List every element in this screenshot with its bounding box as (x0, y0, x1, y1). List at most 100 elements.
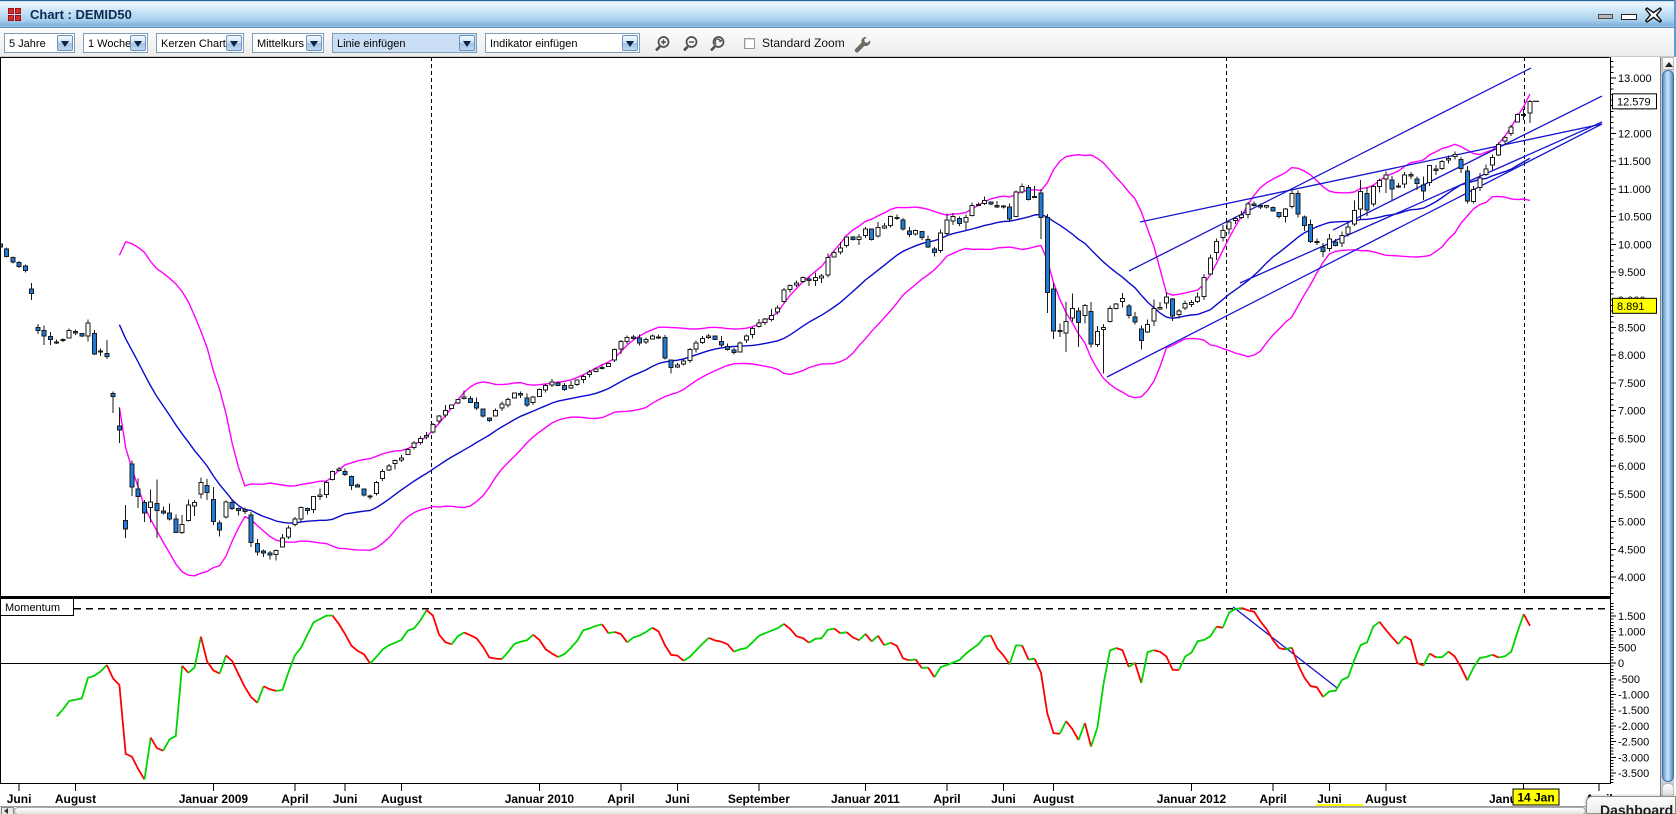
price-axis[interactable]: 13.00012.50012.00011.50011.00010.50010.0… (1610, 57, 1652, 784)
zoom-in-icon[interactable] (653, 35, 671, 52)
vertical-scrollbar-thumb[interactable] (1662, 70, 1674, 782)
momentum-line-rising (922, 668, 928, 669)
interval-dropdown[interactable]: 1 Woche (83, 33, 148, 53)
zoom-out-icon[interactable] (681, 35, 699, 52)
trend-line[interactable] (1333, 96, 1602, 230)
price-axis-label: 12.000 (1618, 128, 1652, 140)
candles (0, 100, 1532, 560)
momentum-line-rising (452, 633, 465, 645)
momentum-line-falling (1380, 622, 1399, 644)
dropdown-arrow-icon[interactable] (622, 35, 638, 51)
period-dropdown[interactable]: 5 Jahre (4, 33, 75, 53)
settings-wrench-icon[interactable] (853, 35, 871, 52)
momentum-line-falling (1154, 650, 1179, 670)
minimize-button[interactable] (1598, 14, 1613, 19)
svg-text:12.579: 12.579 (1617, 96, 1651, 108)
momentum-trend-line[interactable] (1233, 607, 1337, 688)
dropdown-arrow-icon[interactable] (226, 35, 242, 51)
maximize-button[interactable] (1621, 14, 1637, 20)
trend-line[interactable] (1107, 124, 1602, 377)
close-button[interactable] (1645, 7, 1662, 23)
price-axis-label: 8.000 (1618, 350, 1646, 362)
svg-text:8.891: 8.891 (1617, 301, 1645, 313)
price-chart[interactable]: Momentum13.00012.50012.00011.50011.00010… (0, 57, 1676, 814)
time-axis-label: August (1033, 792, 1074, 806)
time-axis-label: Januar 2010 (505, 792, 575, 806)
insert-indicator-dropdown[interactable]: Indikator einfügen (485, 33, 640, 53)
momentum-line-falling (1135, 663, 1141, 683)
momentum-axis-label: -500 (1618, 674, 1640, 686)
momentum-line-rising (1398, 636, 1404, 644)
price-axis-label: 4.500 (1618, 544, 1646, 556)
momentum-line-rising (145, 738, 151, 780)
momentum-line-rising (163, 666, 182, 751)
title-bar[interactable]: Chart : DEMID50 (0, 0, 1674, 28)
app-window: Chart : DEMID50 5 Jahre 1 Woche Kerzen Cha… (0, 0, 1676, 814)
momentum-axis-label: 0 (1618, 658, 1624, 670)
time-axis-label: Januar 2011 (831, 792, 900, 806)
dropdown-arrow-icon[interactable] (130, 35, 146, 51)
price-axis-label: 5.500 (1618, 489, 1646, 501)
momentum-line-falling (1116, 648, 1129, 667)
momentum-line-falling (1492, 655, 1498, 658)
momentum-line-falling (1449, 652, 1468, 681)
last-price-marker: 12.579 (1613, 94, 1657, 109)
momentum-line-rising (840, 632, 846, 633)
momentum-line-falling (784, 624, 809, 643)
scroll-left-icon[interactable] (1, 807, 14, 814)
trend-line[interactable] (1140, 124, 1602, 222)
momentum-axis-label: 1.000 (1618, 627, 1646, 639)
momentum-axis-label: -3.500 (1618, 768, 1649, 780)
dashboard-popup[interactable]: Dashboard (1586, 796, 1676, 814)
horizontal-scrollbar-thumb[interactable] (14, 807, 1586, 814)
time-axis-label: April (607, 792, 634, 806)
chart-area[interactable]: Momentum13.00012.50012.00011.50011.00010… (0, 57, 1676, 814)
time-axis-label: August (55, 792, 96, 806)
time-axis-label: August (1365, 792, 1406, 806)
momentum-axis-label: -2.000 (1618, 721, 1649, 733)
momentum-line-falling (201, 637, 220, 674)
momentum-line-rising (1091, 648, 1116, 747)
insert-line-dropdown[interactable]: Linie einfügen (332, 33, 477, 53)
kurs-dropdown[interactable]: Mittelkurs (252, 33, 324, 53)
standard-zoom-checkbox[interactable] (744, 38, 755, 49)
time-axis-label: Juni (991, 792, 1016, 806)
momentum-axis-label: -3.000 (1618, 752, 1649, 764)
momentum-line-falling (107, 665, 145, 780)
zoom-reset-icon[interactable] (708, 35, 726, 52)
time-axis-label: Juni (333, 792, 358, 806)
vertical-scrollbar[interactable] (1660, 57, 1674, 798)
dropdown-arrow-icon[interactable] (57, 35, 73, 51)
pane-divider[interactable] (0, 596, 1611, 599)
momentum-line-rising (1323, 622, 1379, 697)
price-axis-label: 6.000 (1618, 461, 1646, 473)
trend-line[interactable] (1240, 122, 1602, 283)
app-icon (8, 8, 22, 22)
charttype-dropdown[interactable]: Kerzen Chart (156, 33, 244, 53)
momentum-axis-label: 500 (1618, 642, 1636, 654)
momentum-line-falling (333, 616, 371, 664)
time-axis-label: Januar 2009 (179, 792, 249, 806)
time-axis[interactable]: Juni August Januar 2009 April Juni August Janu… (7, 784, 1613, 806)
insert-line-dropdown-value: Linie einfügen (337, 38, 406, 50)
momentum-line-falling (151, 738, 164, 751)
dropdown-arrow-icon[interactable] (459, 35, 475, 51)
momentum-pane-border (1, 600, 1611, 784)
scroll-up-icon[interactable] (1662, 57, 1674, 70)
momentum-line-rising (1141, 650, 1154, 683)
momentum-line-falling (1292, 648, 1323, 697)
price-axis-label: 10.000 (1618, 239, 1652, 251)
horizontal-scrollbar[interactable] (0, 806, 1676, 814)
momentum-line-rising (627, 628, 652, 643)
momentum-line-falling (1066, 721, 1079, 740)
price-axis-label: 5.000 (1618, 517, 1646, 529)
momentum-line-falling (865, 634, 871, 642)
momentum-line-falling (891, 643, 910, 661)
dropdown-arrow-icon[interactable] (306, 35, 322, 51)
momentum-line-rising (1060, 721, 1066, 734)
momentum-line-rising (57, 665, 107, 716)
alert-price-marker: 8.891 (1613, 298, 1657, 313)
momentum-line-rising (1499, 614, 1524, 657)
momentum-axis-label: -2.500 (1618, 737, 1649, 749)
momentum-pane (0, 607, 1610, 780)
